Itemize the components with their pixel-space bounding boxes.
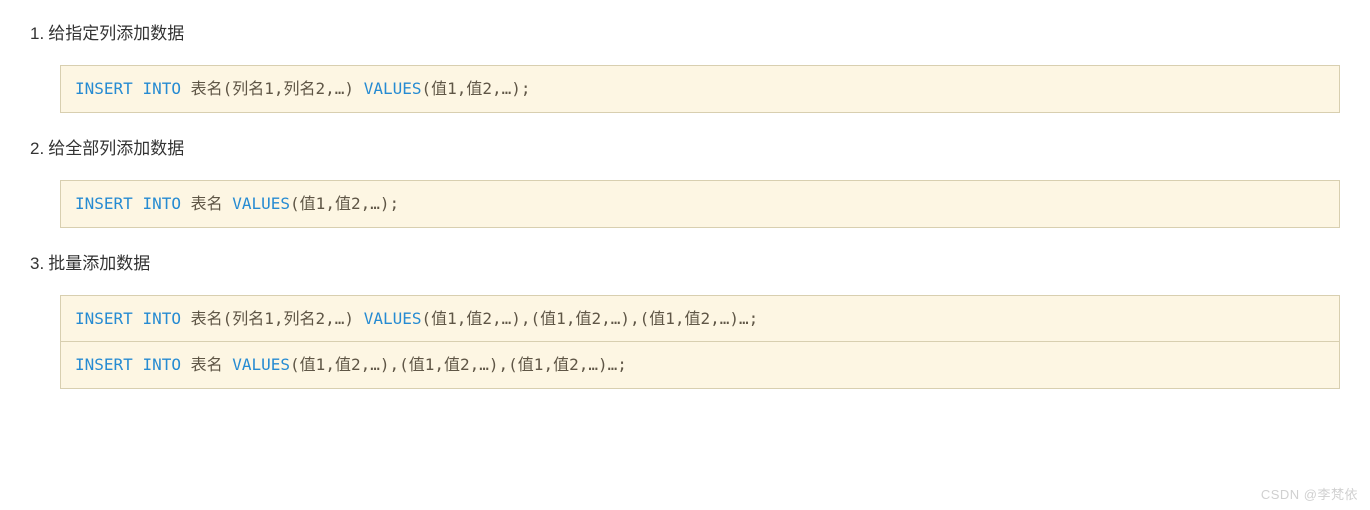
list-item: 批量添加数据 INSERT INTO 表名(列名1,列名2,…) VALUES(… [30, 250, 1340, 389]
list-item-heading: 给全部列添加数据 [30, 135, 1340, 162]
list-item-heading: 批量添加数据 [30, 250, 1340, 277]
keyword: INTO [142, 79, 181, 98]
watermark: CSDN @李梵依 [1261, 485, 1358, 506]
code-block: INSERT INTO 表名(列名1,列名2,…) VALUES(值1,值2,…… [60, 295, 1340, 343]
code-group: INSERT INTO 表名 VALUES(值1,值2,…); [60, 180, 1340, 228]
keyword: VALUES [364, 79, 422, 98]
list-item: 给全部列添加数据 INSERT INTO 表名 VALUES(值1,值2,…); [30, 135, 1340, 228]
keyword: VALUES [232, 355, 290, 374]
code-group: INSERT INTO 表名(列名1,列名2,…) VALUES(值1,值2,…… [60, 65, 1340, 113]
keyword: INSERT [75, 309, 133, 328]
keyword: INSERT [75, 194, 133, 213]
keyword: INTO [142, 309, 181, 328]
heading-text: 批量添加数据 [48, 250, 150, 277]
keyword: VALUES [364, 309, 422, 328]
keyword: INSERT [75, 79, 133, 98]
keyword: INTO [142, 194, 181, 213]
list-item-heading: 给指定列添加数据 [30, 20, 1340, 47]
code-block: INSERT INTO 表名 VALUES(值1,值2,…),(值1,值2,…)… [60, 342, 1340, 389]
heading-text: 给全部列添加数据 [48, 135, 184, 162]
code-group: INSERT INTO 表名(列名1,列名2,…) VALUES(值1,值2,…… [60, 295, 1340, 389]
heading-text: 给指定列添加数据 [48, 20, 184, 47]
code-block: INSERT INTO 表名(列名1,列名2,…) VALUES(值1,值2,…… [60, 65, 1340, 113]
keyword: INSERT [75, 355, 133, 374]
keyword: VALUES [232, 194, 290, 213]
list-item: 给指定列添加数据 INSERT INTO 表名(列名1,列名2,…) VALUE… [30, 20, 1340, 113]
numbered-list: 给指定列添加数据 INSERT INTO 表名(列名1,列名2,…) VALUE… [30, 20, 1340, 389]
keyword: INTO [142, 355, 181, 374]
code-block: INSERT INTO 表名 VALUES(值1,值2,…); [60, 180, 1340, 228]
